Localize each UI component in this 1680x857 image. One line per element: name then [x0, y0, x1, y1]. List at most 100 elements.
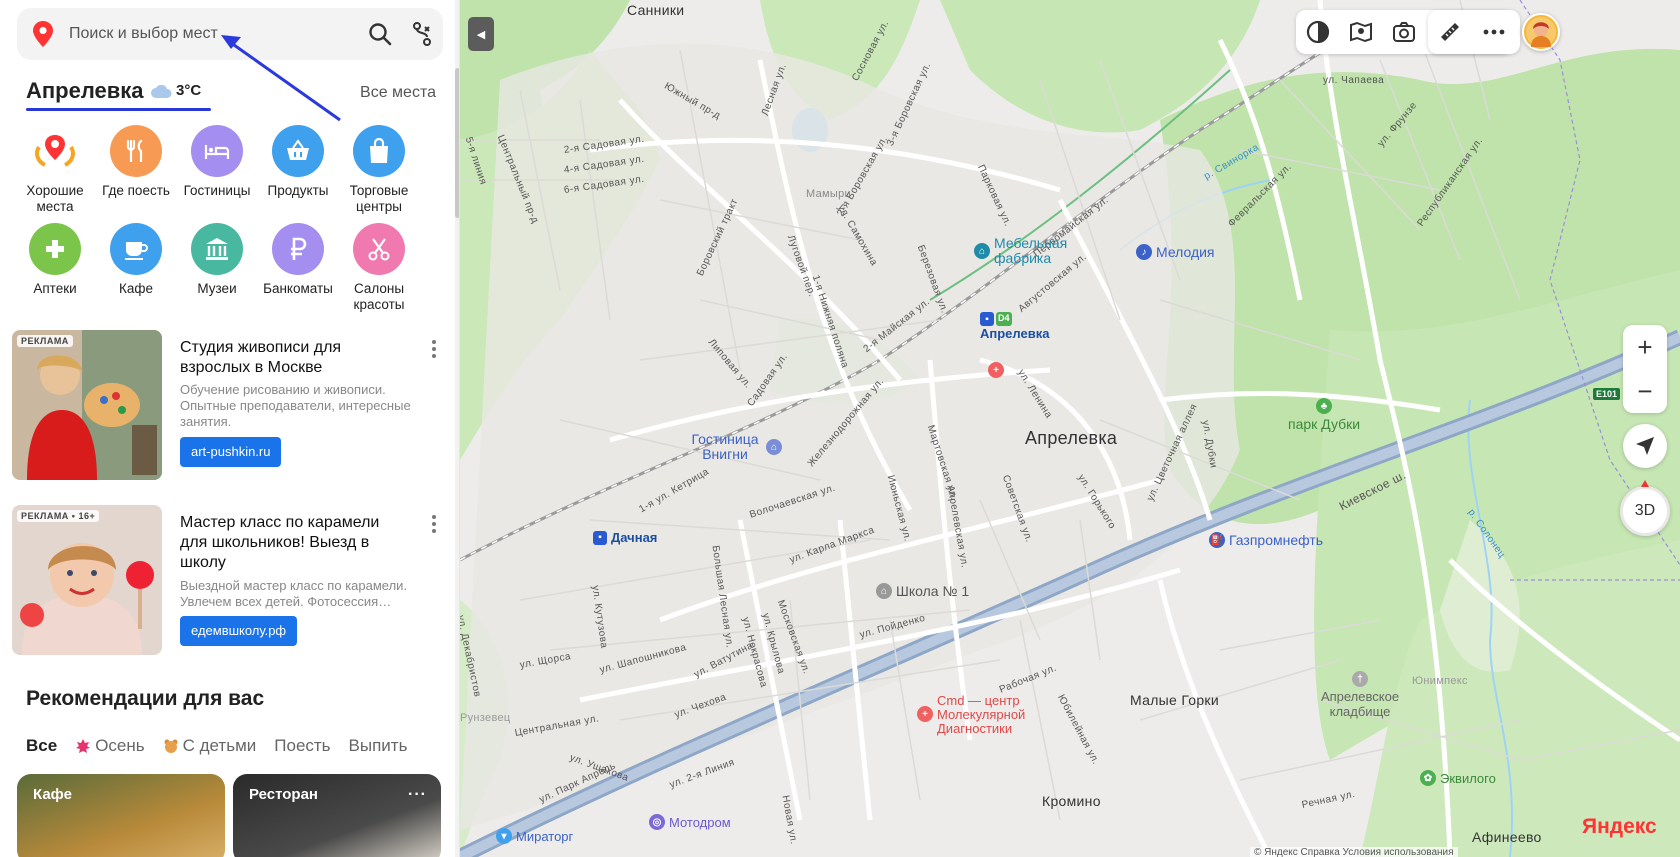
poi-evilogo[interactable]: ✿ Эквилого	[1420, 770, 1496, 786]
ad-image: РЕКЛАМА	[12, 330, 162, 480]
place-label: Афинеево	[1472, 829, 1542, 845]
more-icon[interactable]	[429, 340, 439, 362]
category-groceries[interactable]: Продукты	[253, 125, 343, 199]
bag-icon	[370, 137, 388, 163]
poi-cmd[interactable]: + Cmd — центр Молекулярной Диагностики	[917, 694, 1049, 736]
place-label: Рунзевец	[460, 712, 511, 724]
basket-icon: ▾	[496, 828, 512, 844]
user-avatar[interactable]	[1522, 13, 1560, 51]
ad-image: РЕКЛАМА • 16+	[12, 505, 162, 655]
ruler-icon	[1441, 23, 1459, 41]
layers-button[interactable]	[1296, 10, 1339, 54]
all-places-link[interactable]: Все места	[360, 84, 436, 102]
poi-miratorg[interactable]: ▾ Мираторг	[496, 828, 573, 844]
more-icon[interactable]: ···	[408, 786, 427, 804]
category-label: Аптеки	[33, 281, 77, 296]
basket-icon	[287, 139, 309, 160]
3d-label: 3D	[1634, 502, 1656, 519]
poi-label: Cmd — центр Молекулярной Диагностики	[937, 693, 1026, 736]
music-icon: ♪	[1136, 244, 1152, 260]
cup-icon	[125, 242, 148, 260]
more-icon[interactable]	[429, 515, 439, 537]
zoom-in-button[interactable]: +	[1623, 325, 1667, 369]
yandex-logo: Яндекс	[1582, 815, 1657, 839]
ad-title: Мастер класс по карамели для школьников!…	[180, 514, 380, 571]
more-tools-button[interactable]	[1472, 10, 1516, 54]
street-label: ул. Чапаева	[1323, 75, 1385, 86]
app: Апрелевка 3°C Все места Хорошие места Гд…	[0, 0, 1680, 857]
city-name[interactable]: Апрелевка	[26, 78, 144, 104]
photos-button[interactable]	[1382, 10, 1425, 54]
teddy-icon	[164, 739, 178, 753]
poi-dachnaya[interactable]: ▪ Дачная	[593, 530, 657, 545]
poi-station[interactable]: ▪ D4 Апрелевка	[980, 312, 1049, 341]
category-label: Банкоматы	[263, 281, 333, 296]
category-atm[interactable]: Банкоматы	[253, 223, 343, 297]
museum-icon	[206, 238, 228, 260]
filter-kids[interactable]: С детьми	[163, 736, 257, 756]
filter-autumn[interactable]: Осень	[75, 736, 145, 756]
category-malls[interactable]: Торговые центры	[334, 125, 424, 215]
medical-icon: +	[917, 706, 933, 722]
d4-badge: D4	[996, 312, 1012, 326]
ad-link-button[interactable]: art-pushkin.ru	[180, 437, 282, 467]
category-beauty[interactable]: Салоны красоты	[334, 223, 424, 313]
category-hotels[interactable]: Гостиницы	[172, 125, 262, 199]
poi-label: Мебельная фабрика	[994, 235, 1068, 266]
ruler-button[interactable]	[1428, 10, 1472, 54]
poi-label: Мелодия	[1156, 244, 1215, 260]
ad-link-button[interactable]: едемвшколу.рф	[180, 616, 298, 646]
bed-icon: ⌂	[766, 439, 782, 455]
poi-furniture-factory[interactable]: ⌂ Мебельная фабрика	[974, 236, 1074, 266]
category-pharmacy[interactable]: Аптеки	[10, 223, 100, 297]
poi-cemetery[interactable]: † Апрелевское кладбище	[1315, 671, 1405, 719]
collapse-sidebar-button[interactable]: ◀	[468, 17, 494, 51]
poi-label: Апрелевка	[980, 326, 1050, 341]
category-museums[interactable]: Музеи	[172, 223, 262, 297]
fuel-icon: ⛽	[1209, 532, 1225, 548]
camera-icon	[1393, 22, 1415, 42]
my-location-button[interactable]	[1623, 424, 1667, 468]
place-label: Апрелевка	[1025, 428, 1118, 448]
poi-school[interactable]: ⌂ Школа № 1	[876, 583, 969, 599]
recommendation-card[interactable]: Кафе	[17, 774, 225, 857]
poi-motodrom[interactable]: ◎ Мотодром	[649, 814, 731, 830]
map[interactable]: Санники Апрелевка Мамыри Малые Горки Кро…	[460, 0, 1680, 857]
ad-tag: РЕКЛАМА	[17, 335, 73, 347]
poi-park[interactable]: ♣ парк Дубки	[1288, 398, 1360, 432]
category-label: Хорошие места	[26, 183, 84, 214]
avatar-icon	[1526, 17, 1556, 47]
poi-label: Мотодром	[669, 814, 731, 830]
city-underline	[26, 108, 211, 111]
leaf-icon: ✿	[1420, 770, 1436, 786]
poi-gazprom[interactable]: ⛽ Газпромнефть	[1209, 532, 1323, 548]
route-icon[interactable]	[409, 21, 435, 47]
panorama-icon	[1349, 21, 1372, 43]
recommendation-filters: Все Осень С детьми Поесть Выпить	[26, 736, 407, 756]
panorama-button[interactable]	[1339, 10, 1382, 54]
category-label: Салоны красоты	[353, 281, 405, 312]
recommendation-card[interactable]: Ресторан ···	[233, 774, 441, 857]
filter-drink[interactable]: Выпить	[349, 736, 408, 756]
category-cafe[interactable]: Кафе	[91, 223, 181, 297]
ad-title: Студия живописи для взрослых в Москве	[180, 339, 342, 376]
poi-label: Мираторг	[516, 828, 574, 844]
map-footer[interactable]: © Яндекс Справка Условия использования	[1250, 847, 1458, 857]
3d-button[interactable]: 3D	[1620, 486, 1670, 536]
poi-melodia[interactable]: ♪ Мелодия	[1136, 244, 1215, 260]
map-tools-toolbar	[1428, 10, 1520, 54]
zoom-out-button[interactable]: −	[1623, 369, 1667, 413]
filter-all[interactable]: Все	[26, 736, 57, 756]
logo-text: Яндекс	[1582, 815, 1657, 838]
poi-hospital[interactable]: +	[988, 362, 1004, 378]
filter-label: С детьми	[182, 736, 257, 755]
category-food[interactable]: Где поесть	[91, 125, 181, 199]
poi-hotel[interactable]: Гостиница Внигни ⌂	[688, 432, 782, 462]
filter-eat[interactable]: Поесть	[274, 736, 330, 756]
category-good-places[interactable]: Хорошие места	[10, 125, 100, 215]
temperature: 3°C	[176, 82, 202, 99]
more-icon	[1483, 29, 1505, 35]
search-icon[interactable]	[367, 21, 393, 47]
category-label: Гостиницы	[183, 183, 251, 198]
card-tag: Ресторан	[249, 786, 318, 803]
